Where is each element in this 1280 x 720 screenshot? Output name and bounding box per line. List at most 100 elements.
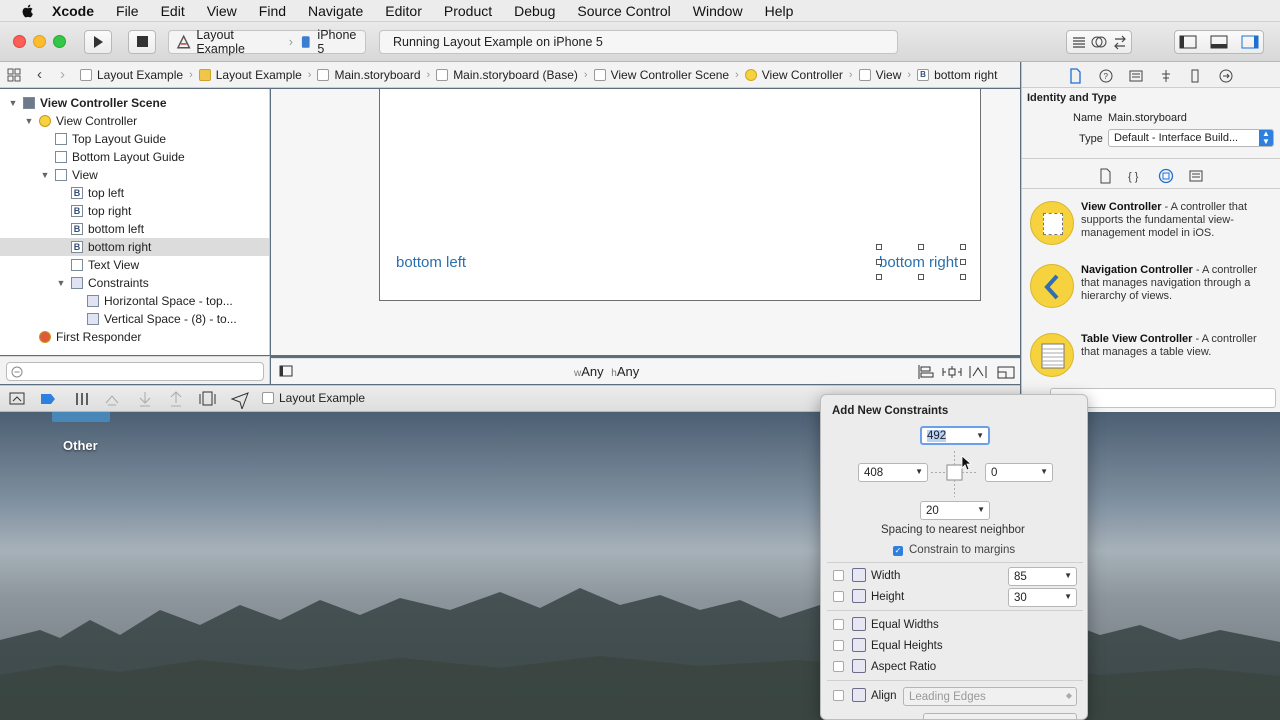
- height-checkbox[interactable]: [833, 591, 844, 602]
- zoom-window-button[interactable]: [53, 35, 66, 48]
- run-button[interactable]: [84, 30, 112, 54]
- breadcrumb-file[interactable]: Main.storyboard: [334, 68, 420, 82]
- editor-mode-segmented[interactable]: [1066, 30, 1132, 54]
- view-controller-icon: [39, 115, 51, 127]
- library-item-view-controller[interactable]: View Controller - A controller that supp…: [1030, 201, 1274, 263]
- bottom-left-button[interactable]: bottom left: [396, 254, 466, 271]
- outline-row[interactable]: First Responder: [0, 328, 269, 346]
- breadcrumb-project[interactable]: Layout Example: [97, 68, 183, 82]
- constraint-icon: [71, 277, 83, 289]
- back-arrow-icon[interactable]: ‹: [37, 66, 42, 83]
- update-frames-select[interactable]: [923, 713, 1077, 719]
- outline-row[interactable]: Bottom Layout Guide: [0, 148, 269, 166]
- outline-toggle-icon[interactable]: [279, 365, 293, 377]
- menu-help[interactable]: Help: [765, 3, 794, 19]
- resize-handle[interactable]: [876, 259, 882, 265]
- size-class-height: Any: [616, 364, 640, 379]
- width-value-combo[interactable]: 85 ▼: [1008, 567, 1077, 586]
- menu-find[interactable]: Find: [259, 3, 286, 19]
- type-select[interactable]: Default - Interface Build... ▲ ▼: [1108, 129, 1274, 147]
- menu-navigate[interactable]: Navigate: [308, 3, 363, 19]
- menu-debug[interactable]: Debug: [514, 3, 555, 19]
- height-value-combo[interactable]: 30 ▼: [1008, 588, 1077, 607]
- outline-row[interactable]: Btop left: [0, 184, 269, 202]
- pin-icon: [942, 366, 962, 378]
- outline-row[interactable]: Bbottom left: [0, 220, 269, 238]
- outline-row[interactable]: Vertical Space - (8) - to...: [0, 310, 269, 328]
- equal-heights-checkbox[interactable]: [833, 640, 844, 651]
- breadcrumb-scene[interactable]: View Controller Scene: [611, 68, 730, 82]
- resize-handle[interactable]: [876, 244, 882, 250]
- outline-row[interactable]: Horizontal Space - top...: [0, 292, 269, 310]
- breadcrumb-bottom-right[interactable]: bottom right: [934, 68, 997, 82]
- process-selector[interactable]: Layout Example: [262, 391, 365, 405]
- file-template-library-icon: [1100, 168, 1111, 184]
- breadcrumb-group[interactable]: Layout Example: [216, 68, 302, 82]
- disclosure-triangle-icon[interactable]: ▼: [40, 170, 50, 180]
- outline-row-label: bottom right: [88, 240, 152, 254]
- outline-row[interactable]: ▼ View Controller Scene: [0, 94, 269, 112]
- left-spacing-combo[interactable]: 408 ▼: [858, 463, 928, 482]
- right-spacing-combo[interactable]: 0 ▼: [985, 463, 1053, 482]
- outline-row[interactable]: ▼ View Controller: [0, 112, 269, 130]
- pause-icon: [76, 393, 88, 405]
- menu-editor[interactable]: Editor: [385, 3, 422, 19]
- align-checkbox[interactable]: [833, 690, 844, 701]
- outline-filter-input[interactable]: [6, 362, 264, 381]
- disclosure-triangle-icon[interactable]: ▼: [24, 116, 34, 126]
- outline-row[interactable]: Bbottom right: [0, 238, 269, 256]
- breadcrumb-view-controller[interactable]: View Controller: [762, 68, 843, 82]
- resize-handle[interactable]: [876, 274, 882, 280]
- related-items-icon[interactable]: [7, 68, 21, 82]
- resize-handle[interactable]: [960, 244, 966, 250]
- library-item-navigation-controller[interactable]: Navigation Controller - A controller tha…: [1030, 264, 1274, 326]
- outline-row[interactable]: ▼ Constraints: [0, 274, 269, 292]
- menu-product[interactable]: Product: [444, 3, 492, 19]
- outline-row[interactable]: Text View: [0, 256, 269, 274]
- resize-handle[interactable]: [918, 274, 924, 280]
- bottom-right-button[interactable]: bottom right: [879, 254, 958, 271]
- align-select[interactable]: Leading Edges ◆: [903, 687, 1077, 706]
- menu-source-control[interactable]: Source Control: [577, 3, 670, 19]
- menu-edit[interactable]: Edit: [161, 3, 185, 19]
- resize-handle[interactable]: [960, 259, 966, 265]
- apple-icon[interactable]: [18, 3, 38, 19]
- minimize-window-button[interactable]: [33, 35, 46, 48]
- equal-widths-checkbox[interactable]: [833, 619, 844, 630]
- breadcrumb-view[interactable]: View: [876, 68, 902, 82]
- breadcrumb-base[interactable]: Main.storyboard (Base): [453, 68, 578, 82]
- width-checkbox[interactable]: [833, 570, 844, 581]
- resize-handle[interactable]: [960, 274, 966, 280]
- jump-bar: ‹ › Layout Example › Layout Example › Main…: [0, 62, 1020, 88]
- size-class-control[interactable]: wAny hAny: [574, 364, 639, 379]
- bottom-spacing-combo[interactable]: 20 ▼: [920, 501, 990, 520]
- desktop-folder-icon[interactable]: [52, 412, 110, 422]
- disclosure-triangle-icon[interactable]: ▼: [56, 278, 66, 288]
- disclosure-triangle-icon[interactable]: ▼: [8, 98, 18, 108]
- view-toggle-segmented[interactable]: [1174, 30, 1264, 54]
- menu-app-name[interactable]: Xcode: [52, 3, 94, 19]
- desktop-folder-label[interactable]: Other: [63, 438, 98, 453]
- stop-button[interactable]: [128, 30, 156, 54]
- outline-row[interactable]: Top Layout Guide: [0, 130, 269, 148]
- navigation-controller-library-icon: [1030, 264, 1074, 308]
- height-constraint-icon: [852, 589, 866, 603]
- constrain-margins-checkbox[interactable]: ✓: [893, 546, 903, 556]
- scheme-selector[interactable]: Layout Example › iPhone 5: [168, 28, 366, 56]
- outline-row[interactable]: Btop right: [0, 202, 269, 220]
- close-window-button[interactable]: [13, 35, 26, 48]
- menu-view[interactable]: View: [207, 3, 237, 19]
- quick-help-icon: ?: [1099, 69, 1113, 83]
- resize-handle[interactable]: [918, 244, 924, 250]
- library-item-table-view-controller[interactable]: Table View Controller - A controller tha…: [1030, 333, 1274, 395]
- outline-row[interactable]: ▼ View: [0, 166, 269, 184]
- forward-arrow-icon[interactable]: ›: [60, 66, 65, 83]
- menu-file[interactable]: File: [116, 3, 139, 19]
- text-view-icon: [71, 259, 83, 271]
- view-controller-scene-view[interactable]: bottom left bottom right: [379, 89, 981, 301]
- aspect-ratio-checkbox[interactable]: [833, 661, 844, 672]
- interface-builder-canvas[interactable]: bottom left bottom right: [271, 89, 1020, 355]
- file-inspector-icon: [1070, 68, 1081, 84]
- menu-window[interactable]: Window: [693, 3, 743, 19]
- activity-status-text: Running Layout Example on iPhone 5: [393, 35, 603, 49]
